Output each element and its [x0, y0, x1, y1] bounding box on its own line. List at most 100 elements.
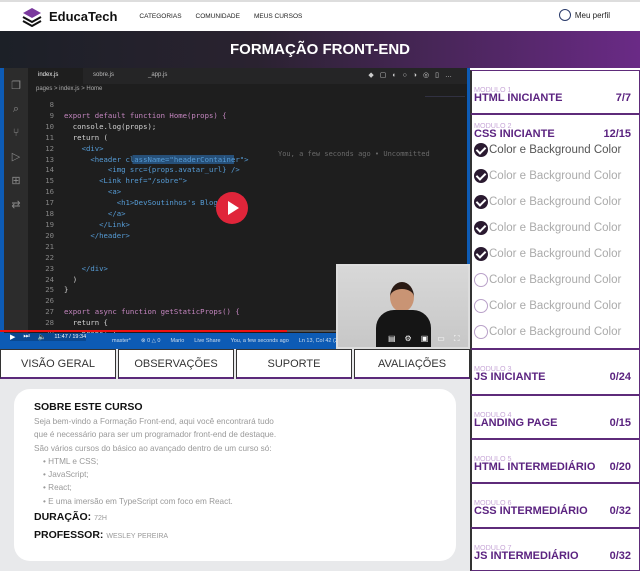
module-title: JS INICIANTE — [474, 371, 546, 383]
lesson-label: Color e Background Color — [489, 248, 622, 260]
play-button[interactable] — [216, 192, 248, 224]
line-number: 20 — [45, 230, 54, 240]
video-time: 11:47 / 19:34 — [54, 334, 87, 340]
module-title: HTML INICIANTE — [474, 92, 563, 104]
code-line: 14 <img src={props.avatar_url} /> — [28, 165, 249, 176]
profile-label: Meu perfil — [574, 10, 610, 20]
module-4[interactable]: MODULO 4 LANDING PAGE 0/15 — [470, 395, 640, 439]
next-icon[interactable]: ⏭ — [23, 333, 29, 341]
course-tabs: VISÃO GERAL OBSERVAÇÕES SUPORTE AVALIAÇÕ… — [0, 349, 470, 379]
lesson-label: Color e Background Color — [489, 274, 622, 286]
lesson-item[interactable]: Color e Background Color — [474, 299, 621, 313]
nav-meus-cursos[interactable]: MEUS CURSOS — [254, 13, 302, 20]
line-number: 16 — [45, 187, 54, 197]
list-item: E uma imersão em TypeScript com foco em … — [43, 495, 436, 508]
about-text: que é necessário para ser um programador… — [34, 430, 277, 440]
nav-categorias[interactable]: CATEGORIAS — [139, 13, 181, 20]
code-text: } — [64, 285, 69, 295]
line-number: 12 — [45, 143, 54, 153]
line-number: 10 — [45, 121, 54, 131]
profile-link[interactable]: Meu perfil — [558, 9, 610, 21]
line-number: 26 — [45, 296, 54, 306]
code-text: </Link> — [64, 219, 130, 229]
about-card: SOBRE ESTE CURSO Seja bem-vindo a Formaç… — [14, 389, 456, 561]
about-title: SOBRE ESTE CURSO — [34, 401, 143, 413]
module-1[interactable]: MODULO 1 HTML INICIANTE 7/7 — [470, 70, 640, 114]
empty-circle-icon[interactable] — [474, 325, 488, 339]
tab-suporte[interactable]: SUPORTE — [236, 349, 352, 379]
line-number: 24 — [45, 274, 54, 284]
code-line: 10 console.log(props); — [28, 122, 249, 133]
check-circle-icon[interactable] — [474, 195, 488, 209]
status-item: master* — [112, 338, 131, 344]
line-number: 22 — [45, 252, 54, 262]
module-title: CSS INTERMEDIÁRIO — [474, 505, 588, 517]
module-3[interactable]: MODULO 3 JS INICIANTE 0/24 — [470, 349, 640, 395]
player-settings-icons[interactable]: ▤⚙▣▭⛶ — [388, 334, 468, 344]
lesson-item[interactable]: Color e Background Color — [474, 247, 621, 261]
lesson-item[interactable]: Color e Background Color — [474, 169, 621, 183]
module-7[interactable]: MODULO 7 JS INTERMEDIÁRIO 0/32 — [470, 528, 640, 571]
lesson-item[interactable]: Color e Background Color — [474, 195, 621, 209]
code-view: 8 9 export default function Home(props) {1… — [28, 100, 249, 340]
check-circle-icon[interactable] — [474, 169, 488, 183]
extensions-icon: ⊞ — [11, 175, 21, 187]
code-text: <header className="headerContainer"> — [64, 154, 249, 164]
logo[interactable]: EducaTech — [22, 7, 117, 27]
about-text: São vários cursos do básico ao avançado … — [34, 443, 272, 453]
line-number: 18 — [45, 209, 54, 219]
volume-icon[interactable]: 🔈 — [38, 333, 47, 341]
code-text: ) — [64, 274, 78, 284]
module-count: 0/20 — [609, 461, 631, 473]
lesson-item[interactable]: Color e Background Color — [474, 325, 621, 339]
lesson-label: Color e Background Color — [489, 170, 622, 182]
check-circle-icon[interactable] — [474, 247, 488, 261]
tab-observacoes[interactable]: OBSERVAÇÕES — [118, 349, 234, 379]
lesson-item[interactable]: Color e Background Color — [474, 221, 621, 235]
line-number: 11 — [45, 132, 54, 142]
code-line: 11 return ( — [28, 133, 249, 144]
tab-avaliacoes[interactable]: AVALIAÇÕES — [354, 349, 470, 379]
status-item: ⊗ 0 △ 0 — [140, 338, 161, 344]
code-text: <h1>DevSoutinhos's Blog — [64, 198, 218, 208]
code-text: return { — [64, 318, 108, 328]
nav-comunidade[interactable]: COMUNIDADE — [196, 13, 240, 20]
code-line: 9 export default function Home(props) { — [28, 111, 249, 122]
editor-tab: _app.js — [148, 72, 168, 78]
code-line: 8 — [28, 100, 249, 111]
video-progress-fill — [0, 330, 287, 332]
check-circle-icon[interactable] — [474, 143, 488, 157]
layers-logo-icon — [22, 7, 42, 27]
search-icon: ⌕ — [12, 103, 20, 115]
code-line: 26 — [28, 296, 249, 307]
line-number: 23 — [45, 263, 54, 273]
module-5[interactable]: MODULO 5 HTML INTERMEDIÁRIO 0/20 — [470, 439, 640, 483]
files-icon: ❐ — [11, 80, 21, 92]
code-line: 22 — [28, 253, 249, 264]
git-icon: ⑂ — [12, 127, 20, 139]
code-text: </header> — [64, 230, 130, 240]
editor-breadcrumb: pages > index.js > Home — [36, 86, 103, 92]
video-player[interactable]: ❐ ⌕ ⑂ ▷ ⊞ ⇄ index.js sobre.js _app.js ◆▢◐○◑◎▯… — [0, 68, 470, 349]
line-number: 13 — [45, 154, 54, 164]
module-2[interactable]: MODULO 2 CSS INICIANTE 12/15 Color e Backgr… — [470, 114, 640, 349]
page-title: FORMAÇÃO FRONT-END — [230, 41, 410, 58]
code-text: <div> — [64, 143, 104, 153]
line-number: 28 — [45, 318, 54, 328]
code-line: 28 return { — [28, 318, 249, 329]
empty-circle-icon[interactable] — [474, 273, 488, 287]
play-icon[interactable]: ▶ — [10, 333, 15, 341]
about-text: Seja bem-vindo a Formação Front-end, aqu… — [34, 417, 274, 426]
module-title: LANDING PAGE — [474, 417, 558, 429]
tab-visao-geral[interactable]: VISÃO GERAL — [0, 349, 116, 379]
lesson-item[interactable]: Color e Background Color — [474, 273, 621, 287]
list-item: HTML e CSS; — [43, 455, 436, 468]
empty-circle-icon[interactable] — [474, 299, 488, 313]
code-line: 19 </Link> — [28, 220, 249, 231]
check-circle-icon[interactable] — [474, 221, 488, 235]
module-6[interactable]: MODULO 6 CSS INTERMEDIÁRIO 0/32 — [470, 483, 640, 528]
lesson-item[interactable]: Color e Background Color — [474, 143, 621, 157]
line-number: 19 — [45, 219, 54, 229]
brand-name: EducaTech — [49, 9, 118, 24]
line-number: 21 — [45, 241, 54, 251]
